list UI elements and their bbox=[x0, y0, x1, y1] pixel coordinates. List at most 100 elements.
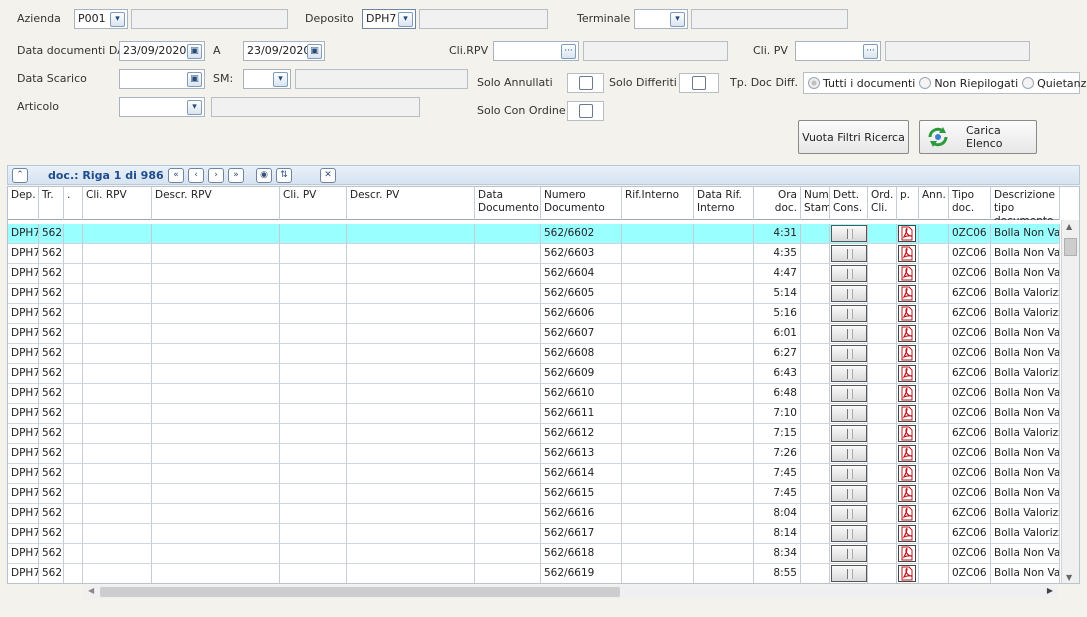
detail-icon[interactable] bbox=[831, 365, 867, 382]
header-data-documento[interactable]: Data Documento bbox=[475, 187, 541, 220]
header-rif-interno[interactable]: Rif.Interno bbox=[622, 187, 694, 220]
solo-differiti-checkbox[interactable] bbox=[692, 76, 706, 90]
header-cli-rpv[interactable]: Cli. RPV bbox=[83, 187, 152, 220]
table-row[interactable]: DPH7562 562/6619 8:55 0ZC06Bolla Non Valori… bbox=[8, 564, 1060, 583]
table-row[interactable]: DPH7562 562/6604 4:47 0ZC06Bolla Non Valori… bbox=[8, 264, 1060, 284]
table-row[interactable]: DPH7562 562/6618 8:34 0ZC06Bolla Non Valori… bbox=[8, 544, 1060, 564]
detail-icon[interactable] bbox=[831, 505, 867, 522]
pdf-icon[interactable] bbox=[898, 565, 916, 582]
prev-page-icon[interactable]: ‹ bbox=[188, 168, 204, 183]
table-row[interactable]: DPH7562 562/6609 6:43 6ZC06Bolla Valorizzat… bbox=[8, 364, 1060, 384]
horizontal-scroll-thumb[interactable] bbox=[100, 587, 620, 597]
detail-icon[interactable] bbox=[831, 445, 867, 462]
pdf-icon[interactable] bbox=[898, 425, 916, 442]
next-page-icon[interactable]: › bbox=[208, 168, 224, 183]
articolo-select[interactable]: ▾ bbox=[119, 97, 205, 117]
detail-icon[interactable] bbox=[831, 285, 867, 302]
pdf-icon[interactable] bbox=[898, 405, 916, 422]
header-ora-doc[interactable]: Ora doc. bbox=[754, 187, 801, 220]
table-row[interactable]: DPH7562 562/6611 7:10 0ZC06Bolla Non Valori… bbox=[8, 404, 1060, 424]
data-documenti-a-input[interactable]: 23/09/2020 ▣ bbox=[243, 41, 325, 61]
last-page-icon[interactable]: » bbox=[228, 168, 244, 183]
table-row[interactable]: DPH7562 562/6612 7:15 6ZC06Bolla Valorizzat… bbox=[8, 424, 1060, 444]
carica-elenco-button[interactable]: Carica Elenco bbox=[919, 120, 1037, 154]
table-row[interactable]: DPH7562 562/6606 5:16 6ZC06Bolla Valorizzat… bbox=[8, 304, 1060, 324]
header-cli-pv[interactable]: Cli. PV bbox=[280, 187, 347, 220]
table-row[interactable]: DPH7562 562/6602 4:31 0ZC06Bolla Non Valori… bbox=[8, 224, 1060, 244]
chevron-down-icon[interactable]: ▾ bbox=[670, 12, 685, 27]
solo-annullati-checkbox[interactable] bbox=[579, 76, 593, 90]
table-row[interactable]: DPH7562 562/6617 8:14 6ZC06Bolla Valorizzat… bbox=[8, 524, 1060, 544]
header-data-rif-interno[interactable]: Data Rif. Interno bbox=[694, 187, 754, 220]
radio-button[interactable] bbox=[808, 77, 820, 89]
pdf-icon[interactable] bbox=[898, 385, 916, 402]
pdf-icon[interactable] bbox=[898, 325, 916, 342]
detail-icon[interactable] bbox=[831, 565, 867, 582]
detail-icon[interactable] bbox=[831, 545, 867, 562]
calendar-icon[interactable]: ▣ bbox=[307, 44, 322, 59]
scroll-right-icon[interactable]: ▶ bbox=[1047, 586, 1053, 595]
calendar-icon[interactable]: ▣ bbox=[187, 72, 202, 87]
header-descrizione-tipo[interactable]: Descrizione tipo documento bbox=[991, 187, 1060, 220]
table-row[interactable]: DPH7562 562/6605 5:14 6ZC06Bolla Valorizzat… bbox=[8, 284, 1060, 304]
detail-icon[interactable] bbox=[831, 225, 867, 242]
detail-icon[interactable] bbox=[831, 265, 867, 282]
radio-non-riepilogati[interactable]: Non Riepilogati bbox=[919, 77, 1018, 90]
data-documenti-da-input[interactable]: 23/09/2020 ▣ bbox=[119, 41, 205, 61]
pdf-icon[interactable] bbox=[898, 465, 916, 482]
header-p[interactable]: p. bbox=[897, 187, 919, 220]
detail-icon[interactable] bbox=[831, 385, 867, 402]
header-dett-cons[interactable]: Dett. Cons. bbox=[830, 187, 868, 220]
radio-quietanze[interactable]: Quietanze bbox=[1022, 77, 1087, 90]
header-dep[interactable]: Dep. bbox=[8, 187, 39, 220]
detail-icon[interactable] bbox=[831, 485, 867, 502]
ellipsis-icon[interactable]: ··· bbox=[863, 44, 878, 59]
data-scarico-input[interactable]: ▣ bbox=[119, 69, 205, 89]
pdf-icon[interactable] bbox=[898, 445, 916, 462]
pdf-icon[interactable] bbox=[898, 265, 916, 282]
table-row[interactable]: DPH7562 562/6608 6:27 0ZC06Bolla Non Valori… bbox=[8, 344, 1060, 364]
pdf-icon[interactable] bbox=[898, 365, 916, 382]
cli-rpv-input[interactable]: ··· bbox=[493, 41, 579, 61]
header-ord-cli[interactable]: Ord. Cli. bbox=[868, 187, 897, 220]
table-row[interactable]: DPH7562 562/6607 6:01 0ZC06Bolla Non Valori… bbox=[8, 324, 1060, 344]
table-row[interactable]: DPH7562 562/6616 8:04 6ZC06Bolla Valorizzat… bbox=[8, 504, 1060, 524]
table-row[interactable]: DPH7562 562/6614 7:45 0ZC06Bolla Non Valori… bbox=[8, 464, 1060, 484]
header-descr-pv[interactable]: Descr. PV bbox=[347, 187, 475, 220]
radio-button[interactable] bbox=[919, 77, 932, 89]
header-descr-rpv[interactable]: Descr. RPV bbox=[152, 187, 280, 220]
chevron-down-icon[interactable]: ▾ bbox=[398, 12, 413, 27]
vertical-scroll-thumb[interactable] bbox=[1064, 238, 1077, 256]
detail-icon[interactable] bbox=[831, 325, 867, 342]
detail-icon[interactable] bbox=[831, 305, 867, 322]
header-dot[interactable]: . bbox=[64, 187, 83, 220]
radio-button[interactable] bbox=[1022, 77, 1035, 89]
scroll-up-icon[interactable]: ▲ bbox=[1066, 222, 1072, 231]
detail-icon[interactable] bbox=[831, 345, 867, 362]
terminale-select[interactable]: ▾ bbox=[634, 9, 688, 29]
ellipsis-icon[interactable]: ··· bbox=[561, 44, 576, 59]
chevron-down-icon[interactable]: ▾ bbox=[110, 12, 125, 27]
header-ann[interactable]: Ann. bbox=[919, 187, 949, 220]
chevron-down-icon[interactable]: ▾ bbox=[187, 100, 202, 115]
lightbulb-icon[interactable]: ◉ bbox=[256, 168, 272, 183]
header-num-stam[interactable]: Num Stam bbox=[801, 187, 830, 220]
header-numero-documento[interactable]: Numero Documento bbox=[541, 187, 622, 220]
vuota-filtri-button[interactable]: Vuota Filtri Ricerca bbox=[798, 120, 909, 154]
detail-icon[interactable] bbox=[831, 525, 867, 542]
calendar-icon[interactable]: ▣ bbox=[187, 44, 202, 59]
detail-icon[interactable] bbox=[831, 425, 867, 442]
pdf-icon[interactable] bbox=[898, 345, 916, 362]
pdf-icon[interactable] bbox=[898, 305, 916, 322]
sort-icon[interactable]: ⇅ bbox=[276, 168, 292, 183]
first-page-icon[interactable]: « bbox=[168, 168, 184, 183]
vertical-scrollbar[interactable]: ▲ ▼ bbox=[1061, 220, 1079, 583]
pdf-icon[interactable] bbox=[898, 545, 916, 562]
pdf-icon[interactable] bbox=[898, 505, 916, 522]
detail-icon[interactable] bbox=[831, 405, 867, 422]
deposito-select[interactable]: DPH7 ▾ bbox=[362, 9, 416, 29]
table-row[interactable]: DPH7562 562/6615 7:45 0ZC06Bolla Non Valori… bbox=[8, 484, 1060, 504]
header-tr[interactable]: Tr. bbox=[39, 187, 64, 220]
scroll-down-icon[interactable]: ▼ bbox=[1066, 573, 1072, 582]
pdf-icon[interactable] bbox=[898, 245, 916, 262]
